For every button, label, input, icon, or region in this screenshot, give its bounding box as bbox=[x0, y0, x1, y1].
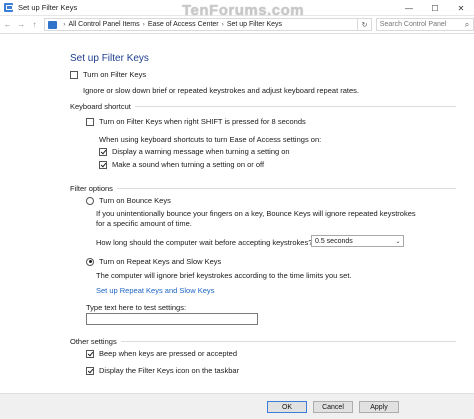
chevron-down-icon: ⌄ bbox=[395, 238, 401, 245]
ok-button[interactable]: OK bbox=[267, 401, 307, 413]
minimize-button[interactable]: — bbox=[396, 0, 422, 16]
checkbox-box[interactable] bbox=[70, 70, 78, 79]
up-arrow-icon[interactable]: ↑ bbox=[29, 18, 40, 32]
search-icon: ⌕ bbox=[464, 19, 470, 29]
watermark: TenForums.com bbox=[182, 2, 305, 19]
breadcrumb-item[interactable]: Ease of Access Center bbox=[148, 21, 219, 28]
bounce-keys-radio[interactable]: Turn on Bounce Keys bbox=[86, 196, 171, 205]
window-controls: — ☐ ✕ bbox=[396, 0, 474, 16]
checkbox-box[interactable] bbox=[99, 147, 107, 156]
radio-label: Turn on Bounce Keys bbox=[99, 196, 171, 205]
main-content: Set up Filter Keys Turn on Filter Keys I… bbox=[0, 35, 474, 393]
shortcut-note: When using keyboard shortcuts to turn Ea… bbox=[99, 135, 322, 144]
close-button[interactable]: ✕ bbox=[448, 0, 474, 16]
select-value: 0.5 seconds bbox=[315, 237, 353, 245]
test-settings-label: Type text here to test settings: bbox=[86, 303, 187, 312]
group-label: Other settings bbox=[70, 337, 117, 346]
checkbox-label: Turn on Filter Keys when right SHIFT is … bbox=[99, 117, 306, 126]
wait-question: How long should the computer wait before… bbox=[96, 238, 313, 247]
checkbox-box[interactable] bbox=[99, 160, 107, 169]
forward-arrow-icon[interactable]: → bbox=[15, 18, 26, 32]
radio-label: Turn on Repeat Keys and Slow Keys bbox=[99, 257, 222, 266]
repeat-keys-description: The computer will ignore brief keystroke… bbox=[96, 271, 352, 280]
dialog-footer: OK Cancel Apply bbox=[0, 393, 474, 419]
page-title: Set up Filter Keys bbox=[70, 53, 149, 64]
divider bbox=[120, 341, 456, 342]
filter-options-group: Filter options bbox=[70, 184, 456, 193]
checkbox-label: Display the Filter Keys icon on the task… bbox=[99, 366, 240, 375]
search-input[interactable]: Search Control Panel ⌕ bbox=[375, 18, 474, 31]
breadcrumb-item[interactable]: All Control Panel Items bbox=[68, 21, 139, 28]
keyboard-shortcut-group: Keyboard shortcut bbox=[70, 102, 456, 111]
divider bbox=[116, 188, 456, 189]
shift-shortcut-checkbox[interactable]: Turn on Filter Keys when right SHIFT is … bbox=[86, 117, 306, 126]
radio-circle[interactable] bbox=[86, 257, 94, 266]
chevron-right-icon: › bbox=[221, 21, 224, 28]
chevron-right-icon: › bbox=[63, 21, 66, 28]
test-settings-input[interactable] bbox=[86, 313, 258, 325]
bounce-keys-description: If you unintentionally bounce your finge… bbox=[96, 209, 416, 228]
checkbox-box[interactable] bbox=[86, 117, 94, 126]
group-label: Keyboard shortcut bbox=[70, 102, 131, 111]
beep-checkbox[interactable]: Beep when keys are pressed or accepted bbox=[86, 349, 237, 358]
control-panel-icon bbox=[48, 20, 58, 29]
maximize-button[interactable]: ☐ bbox=[422, 0, 448, 16]
warning-message-checkbox[interactable]: Display a warning message when turning a… bbox=[99, 147, 290, 156]
filter-keys-description: Ignore or slow down brief or repeated ke… bbox=[83, 86, 359, 95]
checkbox-label: Make a sound when turning a setting on o… bbox=[112, 160, 265, 169]
window-title: Set up Filter Keys bbox=[18, 3, 78, 12]
checkbox-box[interactable] bbox=[86, 366, 94, 375]
checkbox-label: Display a warning message when turning a… bbox=[112, 147, 290, 156]
other-settings-group: Other settings bbox=[70, 337, 456, 346]
back-arrow-icon[interactable]: ← bbox=[2, 18, 13, 32]
checkbox-label: Turn on Filter Keys bbox=[83, 70, 147, 79]
make-sound-checkbox[interactable]: Make a sound when turning a setting on o… bbox=[99, 160, 264, 169]
setup-repeat-slow-keys-link[interactable]: Set up Repeat Keys and Slow Keys bbox=[96, 286, 214, 295]
search-placeholder: Search Control Panel bbox=[379, 21, 447, 28]
radio-circle[interactable] bbox=[86, 196, 94, 205]
chevron-right-icon: › bbox=[142, 21, 145, 28]
apply-button[interactable]: Apply bbox=[359, 401, 399, 413]
checkbox-label: Beep when keys are pressed or accepted bbox=[99, 349, 237, 358]
breadcrumb[interactable]: › All Control Panel Items › Ease of Acce… bbox=[44, 18, 359, 31]
taskbar-icon-checkbox[interactable]: Display the Filter Keys icon on the task… bbox=[86, 366, 239, 375]
divider bbox=[134, 106, 456, 107]
cancel-button[interactable]: Cancel bbox=[313, 401, 353, 413]
control-panel-icon bbox=[4, 3, 13, 12]
turn-on-filter-keys-checkbox[interactable]: Turn on Filter Keys bbox=[70, 70, 146, 79]
group-label: Filter options bbox=[70, 184, 113, 193]
breadcrumb-item[interactable]: Set up Filter Keys bbox=[227, 21, 282, 28]
checkbox-box[interactable] bbox=[86, 349, 94, 358]
repeat-slow-keys-radio[interactable]: Turn on Repeat Keys and Slow Keys bbox=[86, 257, 221, 266]
wait-time-select[interactable]: 0.5 seconds ⌄ bbox=[311, 235, 404, 247]
refresh-icon[interactable]: ↻ bbox=[358, 18, 372, 31]
